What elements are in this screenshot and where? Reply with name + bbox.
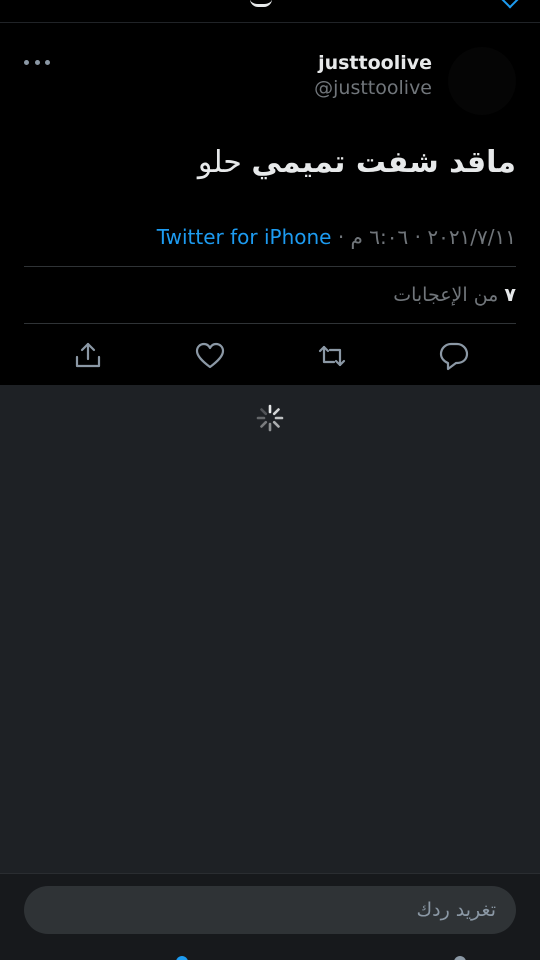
header-title-glyph bbox=[250, 0, 272, 7]
reply-icon[interactable] bbox=[437, 339, 471, 373]
tweet-text-rest: حلو bbox=[197, 145, 242, 180]
more-horizontal-icon[interactable] bbox=[24, 55, 50, 69]
display-name[interactable]: justtoolive bbox=[314, 51, 432, 75]
tweet-actions-bar bbox=[0, 339, 540, 385]
likes-count-link[interactable]: ٧ من الإعجابات bbox=[393, 281, 516, 309]
tweet-metadata: ٢٠٢١/٧/١١ · ٦:٠٦ م · Twitter for iPhone bbox=[24, 223, 516, 251]
divider bbox=[24, 323, 516, 324]
tweet-detail-screen: justtoolive @justtoolive ماقد شفت تميمي … bbox=[0, 0, 540, 960]
likes-label: من الإعجابات bbox=[393, 284, 499, 306]
back-arrow-icon[interactable] bbox=[501, 0, 519, 9]
replies-area bbox=[0, 385, 540, 873]
tab-indicator bbox=[176, 956, 188, 960]
divider bbox=[24, 266, 516, 267]
share-icon[interactable] bbox=[71, 339, 105, 373]
tweet-text-bold: ماقد شفت تميمي bbox=[251, 145, 516, 180]
tweet-source-link[interactable]: Twitter for iPhone bbox=[157, 225, 332, 249]
tweet-timestamp: ٢٠٢١/٧/١١ · ٦:٠٦ م · bbox=[331, 225, 516, 249]
navigation-bar bbox=[0, 0, 540, 23]
likes-count: ٧ bbox=[504, 284, 516, 306]
reply-input[interactable] bbox=[24, 886, 516, 934]
reply-composer-bar bbox=[0, 873, 540, 960]
tweet-text: ماقد شفت تميمي حلو bbox=[26, 141, 516, 185]
heart-icon[interactable] bbox=[193, 339, 227, 373]
tab-indicator bbox=[454, 956, 466, 960]
retweet-icon[interactable] bbox=[315, 339, 349, 373]
user-handle[interactable]: @justtoolive bbox=[314, 75, 432, 101]
tweet: justtoolive @justtoolive ماقد شفت تميمي … bbox=[0, 23, 540, 385]
tweet-author[interactable]: justtoolive @justtoolive bbox=[314, 51, 432, 101]
loading-spinner-icon bbox=[255, 403, 285, 433]
avatar[interactable] bbox=[448, 47, 516, 115]
